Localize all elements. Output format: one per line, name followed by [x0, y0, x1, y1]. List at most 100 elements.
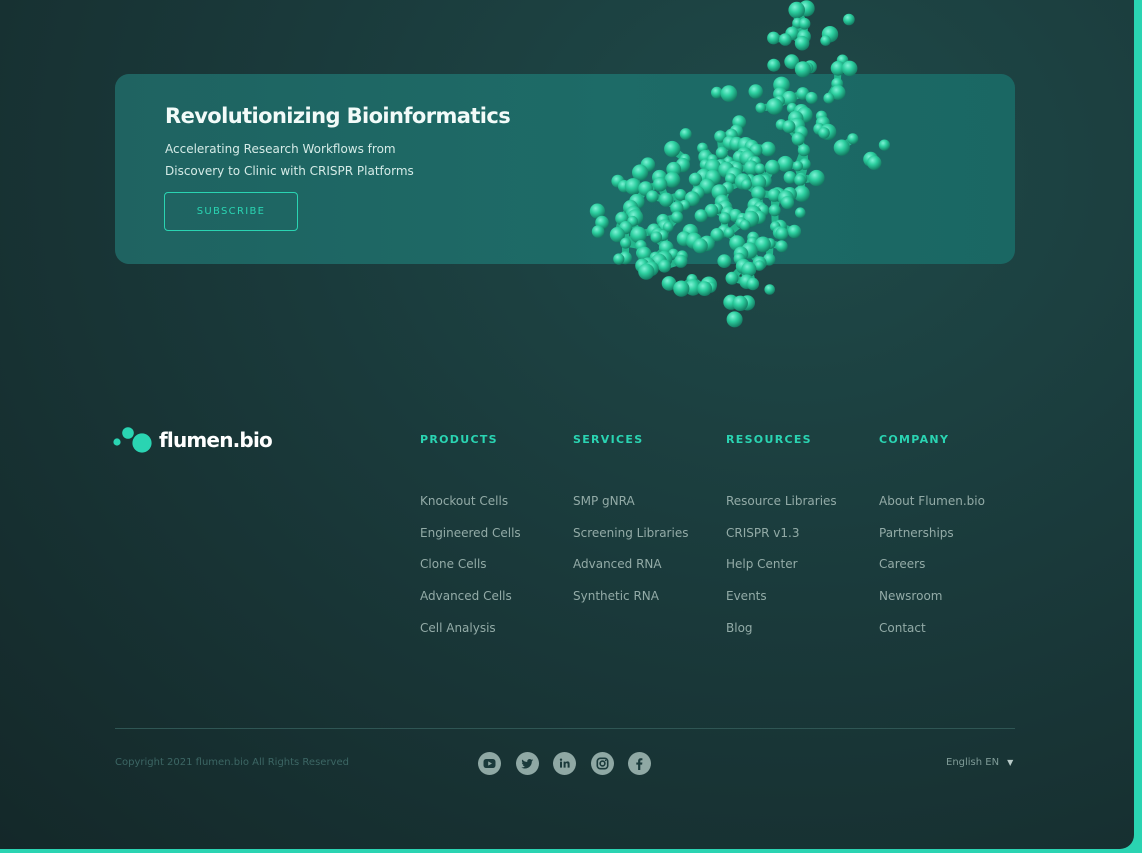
- footer-link-partnerships[interactable]: Partnerships: [879, 525, 1029, 557]
- footer-link-synthetic-rna[interactable]: Synthetic RNA: [573, 588, 723, 620]
- banner-subtitle-line-2: Discovery to Clinic with CRISPR Platform…: [165, 164, 414, 178]
- footer-link-advanced-rna[interactable]: Advanced RNA: [573, 556, 723, 588]
- molecule-atom: [766, 98, 783, 115]
- copyright-text: Copyright 2021 flumen.bio All Rights Res…: [115, 757, 349, 768]
- molecule-atom: [767, 58, 781, 72]
- facebook-icon[interactable]: [628, 752, 651, 775]
- molecule-atom: [823, 92, 835, 104]
- footer-column-resources: RESOURCES Resource Libraries CRISPR v1.3…: [726, 433, 876, 651]
- youtube-icon[interactable]: [478, 752, 501, 775]
- molecule-atom: [658, 259, 671, 273]
- molecule-atom: [768, 204, 781, 217]
- column-heading: SERVICES: [573, 433, 644, 446]
- footer-link-engineered-cells[interactable]: Engineered Cells: [420, 525, 570, 557]
- linkedin-icon[interactable]: [553, 752, 576, 775]
- molecule-atom: [674, 189, 687, 201]
- molecule-atom: [720, 85, 738, 102]
- molecule-atom: [833, 139, 850, 156]
- flumen-logo[interactable]: flumen.bio: [113, 425, 273, 457]
- molecule-atom: [765, 159, 780, 175]
- molecule-atom: [775, 227, 789, 241]
- footer-link-help-center[interactable]: Help Center: [726, 556, 876, 588]
- footer-link-crispr[interactable]: CRISPR v1.3: [726, 525, 876, 557]
- molecule-atom: [638, 263, 655, 280]
- molecule-atom: [764, 284, 775, 295]
- footer-link-blog[interactable]: Blog: [726, 620, 876, 652]
- molecule-atom: [692, 238, 708, 254]
- footer-link-resource-libraries[interactable]: Resource Libraries: [726, 493, 876, 525]
- footer-link-about[interactable]: About Flumen.bio: [879, 493, 1029, 525]
- molecule-atom: [841, 60, 858, 77]
- molecule-atom: [777, 155, 794, 172]
- molecule-atom: [794, 35, 810, 51]
- molecule-atom: [620, 237, 632, 249]
- molecule-atom: [754, 163, 766, 175]
- molecule-atom: [791, 132, 805, 146]
- molecule-atom: [746, 277, 760, 291]
- banner-subtitle: Accelerating Research Workflows from Dis…: [165, 138, 465, 182]
- social-links: [478, 752, 658, 776]
- column-heading: PRODUCTS: [420, 433, 498, 446]
- footer-divider: [115, 728, 1015, 729]
- molecule-atom: [748, 84, 763, 99]
- instagram-icon[interactable]: [591, 752, 614, 775]
- language-selector[interactable]: English EN ▼: [946, 757, 1013, 768]
- logo-wordmark: flumen.bio: [159, 428, 273, 452]
- footer-column-products: PRODUCTS Knockout Cells Engineered Cells…: [420, 433, 570, 651]
- molecule-atom: [767, 31, 780, 45]
- molecule-atom: [878, 139, 890, 151]
- molecule-atom: [818, 127, 830, 139]
- molecule-atom: [805, 91, 818, 104]
- language-label: English EN: [946, 757, 1000, 768]
- molecule-atom: [664, 140, 681, 158]
- footer-link-knockout-cells[interactable]: Knockout Cells: [420, 493, 570, 525]
- molecule-atom: [679, 128, 692, 140]
- banner-title: Revolutionizing Bioinformatics: [165, 104, 511, 128]
- footer-link-newsroom[interactable]: Newsroom: [879, 588, 1029, 620]
- page: Revolutionizing Bioinformatics Accelerat…: [0, 0, 1134, 849]
- subscribe-button[interactable]: SUBSCRIBE: [164, 192, 298, 231]
- molecule-atom: [847, 133, 859, 145]
- molecule-atom: [755, 102, 767, 114]
- molecule-atom: [788, 1, 805, 19]
- molecule-atom: [632, 164, 649, 181]
- molecule-atom: [591, 225, 605, 238]
- molecule-atom: [697, 281, 712, 296]
- molecule-atom: [820, 35, 831, 46]
- footer-column-services: SERVICES SMP gNRA Screening Libraries Ad…: [573, 433, 723, 620]
- twitter-icon[interactable]: [516, 752, 539, 775]
- molecule-atom: [671, 211, 684, 224]
- footer-link-smp-gnra[interactable]: SMP gNRA: [573, 493, 723, 525]
- banner-subtitle-line-1: Accelerating Research Workflows from: [165, 142, 396, 156]
- molecule-atom: [717, 254, 732, 268]
- caret-down-icon: ▼: [1007, 758, 1014, 767]
- molecule-atom: [779, 33, 792, 46]
- molecule-atom: [794, 61, 811, 78]
- molecule-atom: [782, 120, 796, 134]
- molecule-atom: [652, 177, 668, 192]
- footer-link-advanced-cells[interactable]: Advanced Cells: [420, 588, 570, 620]
- footer-link-contact[interactable]: Contact: [879, 620, 1029, 652]
- molecule-atom: [732, 295, 748, 311]
- molecule-atom: [739, 219, 751, 231]
- footer-link-events[interactable]: Events: [726, 588, 876, 620]
- footer-link-careers[interactable]: Careers: [879, 556, 1029, 588]
- molecule-atom: [795, 207, 806, 218]
- molecule-atom: [741, 179, 752, 190]
- molecule-atom: [775, 240, 788, 253]
- molecule-atom: [613, 253, 625, 265]
- footer-link-clone-cells[interactable]: Clone Cells: [420, 556, 570, 588]
- molecule-atom: [694, 209, 708, 223]
- logo-dots-icon: [113, 427, 152, 453]
- molecule-atom: [673, 280, 690, 297]
- column-heading: COMPANY: [879, 433, 950, 446]
- molecule-atom: [726, 311, 743, 328]
- footer-column-company: COMPANY About Flumen.bio Partnerships Ca…: [879, 433, 1029, 651]
- molecule-atom: [674, 254, 688, 268]
- footer-link-screening-libraries[interactable]: Screening Libraries: [573, 525, 723, 557]
- molecule-atom: [798, 17, 811, 30]
- molecule-atom: [741, 261, 757, 277]
- footer-link-cell-analysis[interactable]: Cell Analysis: [420, 620, 570, 652]
- molecule-atom: [794, 174, 806, 186]
- molecule-atom: [725, 271, 739, 285]
